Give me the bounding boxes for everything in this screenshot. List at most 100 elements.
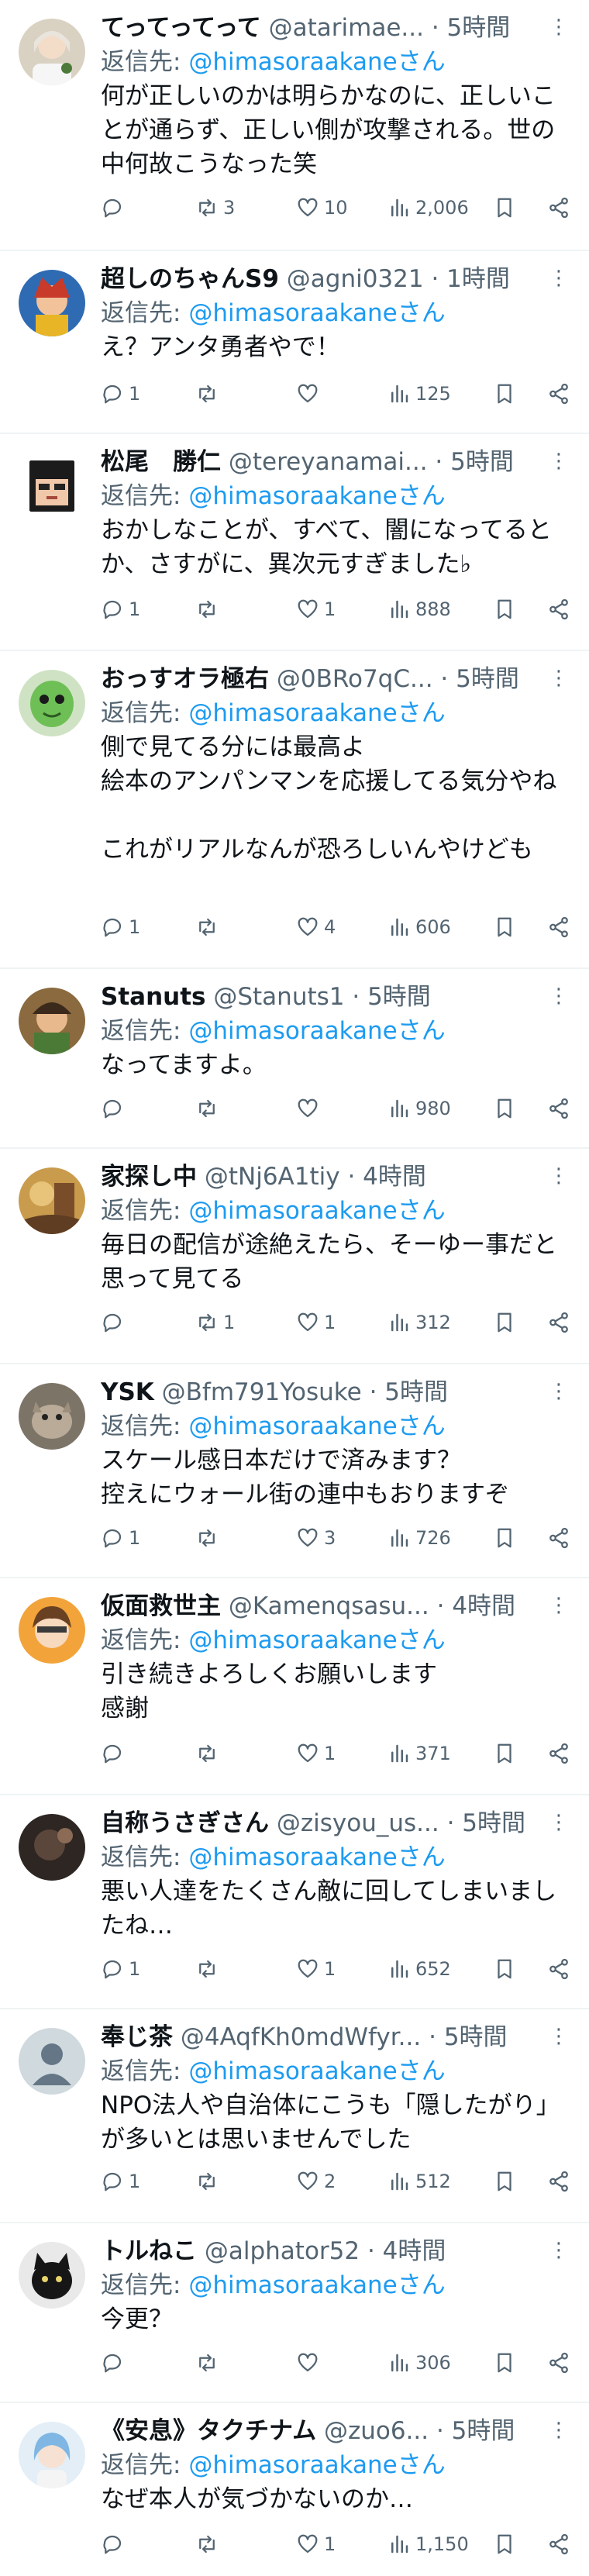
reply-button[interactable] [101,196,129,219]
user-handle[interactable]: @Bfm791Yosuke [162,1378,362,1406]
display-name[interactable]: 超しのちゃんS9 [101,265,279,293]
timestamp[interactable]: 5時間 [452,2417,515,2445]
avatar[interactable] [19,2422,85,2488]
bookmark-button[interactable] [493,1097,516,1120]
avatar[interactable] [19,453,85,519]
user-handle[interactable]: @0BRo7qC... [277,665,433,693]
reply-to-mention[interactable]: @himasoraakaneさん [188,1626,445,1654]
retweet-button[interactable]: 1 [195,1311,235,1334]
reply-item[interactable]: 仮面救世主 @Kamenqsasu... · 4時間 ⋮ 返信先: @himas… [0,1578,589,1795]
reply-button[interactable]: 1 [101,1526,140,1550]
reply-to-mention[interactable]: @himasoraakaneさん [188,2451,445,2479]
reply-button[interactable]: 1 [101,2170,140,2193]
user-handle[interactable]: @Stanuts1 [213,983,344,1011]
display-name[interactable]: 自称うさぎさん [101,1809,269,1837]
bookmark-button[interactable] [493,382,516,405]
share-button[interactable] [547,1097,570,1120]
reply-to-mention[interactable]: @himasoraakaneさん [188,1017,445,1045]
bookmark-button[interactable] [493,2533,516,2556]
more-options-icon[interactable]: ⋮ [547,267,570,290]
retweet-button[interactable] [195,916,223,939]
timestamp[interactable]: 5時間 [444,2023,508,2051]
reply-to-mention[interactable]: @himasoraakaneさん [188,48,445,76]
avatar[interactable] [19,1167,85,1234]
more-options-icon[interactable]: ⋮ [547,16,570,39]
display-name[interactable]: Stanuts [101,983,205,1011]
views-button[interactable]: 980 [388,1097,451,1120]
reply-item[interactable]: 松尾 勝仁 @tereyanamai... · 5時間 ⋮ 返信先: @hima… [0,434,589,651]
retweet-button[interactable] [195,1742,223,1765]
views-button[interactable]: 888 [388,598,451,621]
avatar[interactable] [19,19,85,85]
user-handle[interactable]: @alphator52 [205,2237,360,2265]
more-options-icon[interactable]: ⋮ [547,1594,570,1617]
share-button[interactable] [547,1957,570,1981]
like-button[interactable]: 4 [296,916,336,939]
share-button[interactable] [547,598,570,621]
avatar[interactable] [19,2028,85,2095]
reply-button[interactable] [101,1742,129,1765]
views-button[interactable]: 2,006 [388,196,469,219]
reply-item[interactable]: 家探し中 @tNj6A1tiy · 4時間 ⋮ 返信先: @himasoraak… [0,1149,589,1364]
like-button[interactable]: 1 [296,1742,336,1765]
timestamp[interactable]: 5時間 [456,665,519,693]
views-button[interactable]: 371 [388,1742,451,1765]
avatar[interactable] [19,1383,85,1450]
user-handle[interactable]: @zuo6... [324,2417,429,2445]
like-button[interactable]: 2 [296,2170,336,2193]
views-button[interactable]: 312 [388,1311,451,1334]
bookmark-button[interactable] [493,916,516,939]
reply-item[interactable]: 自称うさぎさん @zisyou_us... · 5時間 ⋮ 返信先: @hima… [0,1795,589,2009]
reply-button[interactable] [101,1097,129,1120]
more-options-icon[interactable]: ⋮ [547,667,570,690]
avatar[interactable] [19,270,85,336]
reply-button[interactable] [101,2533,129,2556]
user-handle[interactable]: @atarimae... [269,14,424,42]
display-name[interactable]: 仮面救世主 [101,1592,221,1620]
reply-button[interactable]: 1 [101,598,140,621]
retweet-button[interactable] [195,1097,223,1120]
retweet-button[interactable] [195,2533,223,2556]
reply-item[interactable]: Stanuts @Stanuts1 · 5時間 ⋮ 返信先: @himasora… [0,969,589,1149]
display-name[interactable]: 《安息》タクチナム [101,2417,316,2445]
user-handle[interactable]: @tereyanamai... [229,448,428,476]
timestamp[interactable]: 4時間 [363,1163,426,1191]
display-name[interactable]: おっすオラ極右 [101,665,269,693]
share-button[interactable] [547,2351,570,2374]
reply-to-mention[interactable]: @himasoraakaneさん [188,699,445,727]
views-button[interactable]: 726 [388,1526,451,1550]
display-name[interactable]: 家探し中 [101,1163,197,1191]
views-button[interactable]: 512 [388,2170,451,2193]
bookmark-button[interactable] [493,1742,516,1765]
reply-button[interactable] [101,1311,129,1334]
avatar[interactable] [19,988,85,1054]
share-button[interactable] [547,2533,570,2556]
reply-item[interactable]: YSK @Bfm791Yosuke · 5時間 ⋮ 返信先: @himasora… [0,1364,589,1578]
more-options-icon[interactable]: ⋮ [547,1164,570,1188]
retweet-button[interactable] [195,598,223,621]
more-options-icon[interactable]: ⋮ [547,450,570,473]
like-button[interactable]: 1 [296,598,336,621]
user-handle[interactable]: @tNj6A1tiy [205,1163,340,1191]
like-button[interactable]: 3 [296,1526,336,1550]
avatar[interactable] [19,1597,85,1664]
avatar[interactable] [19,670,85,736]
reply-button[interactable] [101,2351,129,2374]
user-handle[interactable]: @zisyou_us... [277,1809,439,1837]
avatar[interactable] [19,1814,85,1881]
more-options-icon[interactable]: ⋮ [547,2419,570,2442]
share-button[interactable] [547,1742,570,1765]
like-button[interactable]: 10 [296,196,348,219]
more-options-icon[interactable]: ⋮ [547,985,570,1008]
display-name[interactable]: トルねこ [101,2237,197,2265]
reply-item[interactable]: てってってって @atarimae... · 5時間 ⋮ 返信先: @himas… [0,0,589,251]
reply-button[interactable]: 1 [101,382,140,405]
reply-to-mention[interactable]: @himasoraakaneさん [188,2057,445,2085]
share-button[interactable] [547,2170,570,2193]
reply-button[interactable]: 1 [101,916,140,939]
reply-to-mention[interactable]: @himasoraakaneさん [188,1843,445,1871]
avatar[interactable] [19,2242,85,2309]
timestamp[interactable]: 5時間 [447,14,511,42]
timestamp[interactable]: 5時間 [462,1809,525,1837]
bookmark-button[interactable] [493,196,516,219]
